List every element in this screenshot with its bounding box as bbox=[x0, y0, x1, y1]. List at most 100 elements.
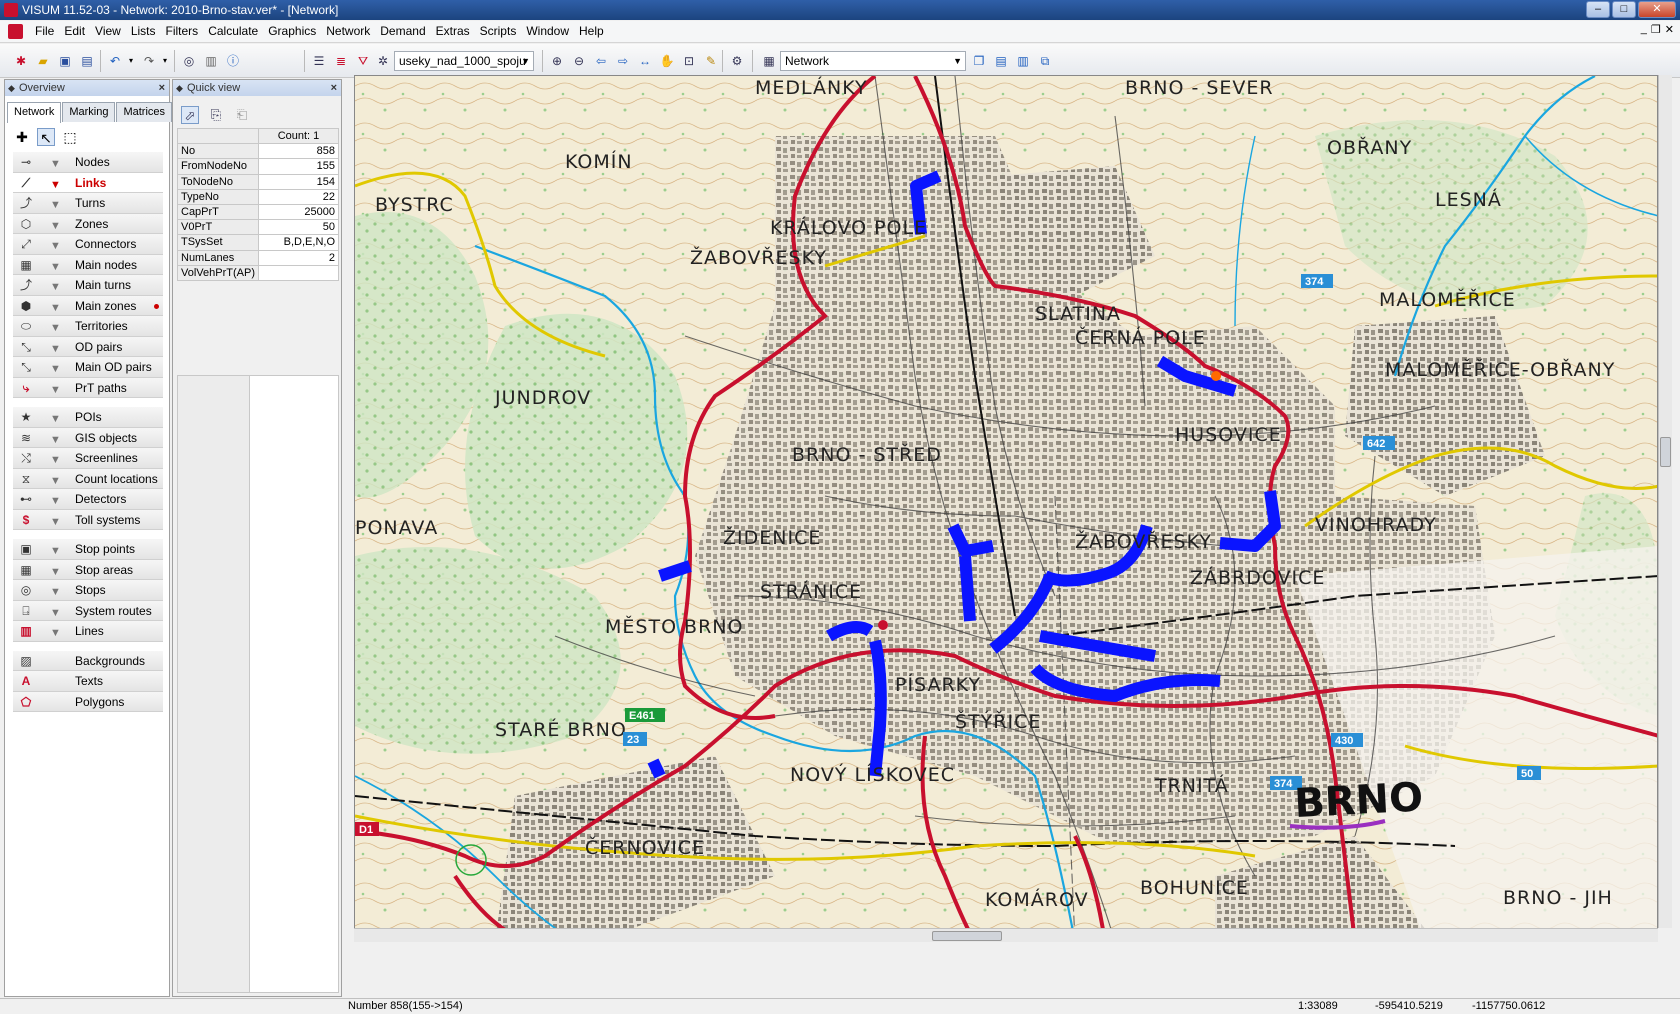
filter-icon[interactable]: ▼ bbox=[50, 471, 61, 491]
filter-icon[interactable]: ▼ bbox=[50, 257, 61, 277]
filter-icon[interactable]: ▼ bbox=[50, 430, 61, 450]
filter-icon[interactable]: ▼ bbox=[50, 236, 61, 256]
tab-marking[interactable]: Marking bbox=[62, 102, 116, 122]
back-arrow-icon[interactable]: ⇦ bbox=[592, 52, 610, 70]
zoom-window-icon[interactable]: ⊡ bbox=[680, 52, 698, 70]
object-item-links[interactable]: ⟋ ▼ Links bbox=[13, 172, 163, 195]
filter-icon[interactable]: ▼ bbox=[50, 154, 61, 174]
menu-graphics[interactable]: Graphics bbox=[263, 24, 321, 38]
object-item-stop-areas[interactable]: ▦ ▼ Stop areas bbox=[13, 559, 163, 582]
close-button[interactable]: ✕ bbox=[1638, 1, 1676, 18]
menu-filters[interactable]: Filters bbox=[161, 24, 204, 38]
pin-icon[interactable]: ◆ bbox=[8, 80, 15, 96]
object-item-od-pairs[interactable]: ⤡ ▼ OD pairs bbox=[13, 336, 163, 359]
attribute-value[interactable]: 2 bbox=[257, 249, 340, 266]
filter-icon[interactable]: ▼ bbox=[50, 512, 61, 532]
network-map[interactable]: MEDLÁNKY BRNO - SEVER KOMÍN BYSTRC KRÁLOVO P… bbox=[354, 75, 1658, 941]
pin-icon[interactable]: ◆ bbox=[176, 80, 183, 96]
attribute-value[interactable]: B,D,E,N,O bbox=[257, 234, 340, 251]
map-canvas[interactable]: MEDLÁNKY BRNO - SEVER KOMÍN BYSTRC KRÁLOVO P… bbox=[355, 76, 1658, 941]
mdi-close-button[interactable]: ✕ bbox=[1665, 23, 1674, 36]
object-item-backgrounds[interactable]: ▨ Backgrounds bbox=[13, 650, 163, 671]
object-item-toll-systems[interactable]: $ ▼ Toll systems bbox=[13, 509, 163, 532]
filter-icon[interactable]: ▼ bbox=[50, 339, 61, 359]
filter-icon[interactable]: ▼ bbox=[50, 298, 61, 318]
attribute-value[interactable] bbox=[257, 264, 340, 281]
object-item-main-turns[interactable]: ⤴ ▼ Main turns bbox=[13, 275, 163, 296]
mdi-minimize-button[interactable]: _ bbox=[1641, 23, 1647, 36]
maximize-button[interactable]: □ bbox=[1612, 1, 1636, 18]
object-item-main-nodes[interactable]: ▦ ▼ Main nodes bbox=[13, 254, 163, 277]
arrange-icon[interactable]: ⧉ bbox=[1036, 52, 1054, 70]
filter-icon[interactable]: ⛛ bbox=[354, 52, 372, 70]
menu-view[interactable]: View bbox=[90, 24, 126, 38]
object-item-main-od-pairs[interactable]: ⤡ ▼ Main OD pairs bbox=[13, 357, 163, 378]
cascade-icon[interactable]: ❐ bbox=[970, 52, 988, 70]
object-item-zones[interactable]: ⬡ ▼ Zones bbox=[13, 213, 163, 236]
menu-file[interactable]: File bbox=[30, 24, 59, 38]
filter-icon[interactable]: ▼ bbox=[50, 277, 61, 297]
select-arrow-icon[interactable]: ↖ bbox=[37, 128, 55, 146]
object-item-stop-points[interactable]: ▣ ▼ Stop points bbox=[13, 539, 163, 560]
filter-icon[interactable]: ▼ bbox=[50, 582, 61, 602]
network-view-icon[interactable]: ▦ bbox=[760, 52, 778, 70]
object-item-turns[interactable]: ⤴ ▼ Turns bbox=[13, 193, 163, 214]
menu-edit[interactable]: Edit bbox=[59, 24, 90, 38]
filter-icon[interactable]: ▼ bbox=[50, 216, 61, 236]
new-icon[interactable]: ✱ bbox=[12, 52, 30, 70]
redo-dropdown-icon[interactable]: ▾ bbox=[156, 52, 174, 70]
rectangle-select-icon[interactable]: ⬚ bbox=[61, 128, 79, 146]
tools-icon[interactable]: ✲ bbox=[374, 52, 392, 70]
filter-icon[interactable]: ▼ bbox=[50, 195, 61, 215]
attribute-row[interactable]: FromNodeNo 155 bbox=[177, 158, 340, 175]
filter-icon[interactable]: ▼ bbox=[50, 541, 61, 561]
object-item-detectors[interactable]: ⊷ ▼ Detectors bbox=[13, 489, 163, 510]
object-item-main-zones[interactable]: ⬢ ▼ Main zones bbox=[13, 295, 163, 318]
scroll-thumb[interactable] bbox=[932, 931, 1002, 941]
object-item-texts[interactable]: A Texts bbox=[13, 671, 163, 692]
object-item-polygons[interactable]: ⬠ Polygons bbox=[13, 691, 163, 712]
binoculars-icon[interactable]: ◎ bbox=[180, 52, 198, 70]
filter-combo[interactable]: useky_nad_1000_spoju ▼ bbox=[394, 51, 534, 71]
menu-network[interactable]: Network bbox=[321, 24, 375, 38]
forward-arrow-icon[interactable]: ⇨ bbox=[614, 52, 632, 70]
print-icon[interactable]: ▥ bbox=[202, 52, 220, 70]
horizontal-scrollbar[interactable] bbox=[354, 928, 1658, 942]
tab-network[interactable]: Network bbox=[7, 102, 62, 123]
filter-icon[interactable]: ▼ bbox=[50, 380, 61, 400]
attribute-row[interactable]: No 858 bbox=[177, 143, 340, 160]
attribute-row[interactable]: ToNodeNo 154 bbox=[177, 173, 340, 190]
menu-lists[interactable]: Lists bbox=[126, 24, 161, 38]
attribute-row[interactable]: VolVehPrT(AP) bbox=[177, 264, 340, 281]
settings-icon[interactable]: ⚙ bbox=[728, 52, 746, 70]
menu-help[interactable]: Help bbox=[574, 24, 609, 38]
attribute-value[interactable]: 154 bbox=[257, 173, 340, 190]
object-item-gis-objects[interactable]: ≋ ▼ GIS objects bbox=[13, 427, 163, 450]
attribute-row[interactable]: TSysSet B,D,E,N,O bbox=[177, 234, 340, 251]
attribute-value[interactable]: 22 bbox=[257, 188, 340, 205]
open-folder-icon[interactable]: ▰ bbox=[34, 52, 52, 70]
filter-icon[interactable]: ▼ bbox=[50, 175, 61, 195]
menu-demand[interactable]: Demand bbox=[375, 24, 430, 38]
attribute-row[interactable]: NumLanes 2 bbox=[177, 249, 340, 266]
filter-icon[interactable]: ▼ bbox=[50, 318, 61, 338]
list-icon[interactable]: ☰ bbox=[310, 52, 328, 70]
zoom-in-icon[interactable]: ⊕ bbox=[548, 52, 566, 70]
filter-icon[interactable]: ▼ bbox=[50, 409, 61, 429]
attribute-row[interactable]: V0PrT 50 bbox=[177, 219, 340, 236]
vertical-scrollbar[interactable] bbox=[1658, 75, 1672, 928]
filter-icon[interactable]: ▼ bbox=[50, 562, 61, 582]
object-item-territories[interactable]: ⬭ ▼ Territories bbox=[13, 316, 163, 337]
object-item-lines[interactable]: ▥ ▼ Lines bbox=[13, 621, 163, 642]
tile-vertical-icon[interactable]: ▥ bbox=[1014, 52, 1032, 70]
zoom-out-icon[interactable]: ⊖ bbox=[570, 52, 588, 70]
minimize-button[interactable]: – bbox=[1586, 1, 1610, 18]
object-item-count-locations[interactable]: ⧖ ▼ Count locations bbox=[13, 468, 163, 491]
filter-icon[interactable]: ▼ bbox=[50, 491, 61, 511]
attribute-value[interactable]: 858 bbox=[257, 143, 340, 160]
object-item-connectors[interactable]: ⤢ ▼ Connectors bbox=[13, 234, 163, 255]
tile-horizontal-icon[interactable]: ▤ bbox=[992, 52, 1010, 70]
object-item-nodes[interactable]: ⊸ ▼ Nodes bbox=[13, 152, 163, 173]
scroll-thumb[interactable] bbox=[1660, 437, 1671, 467]
attribute-value[interactable]: 50 bbox=[257, 219, 340, 236]
